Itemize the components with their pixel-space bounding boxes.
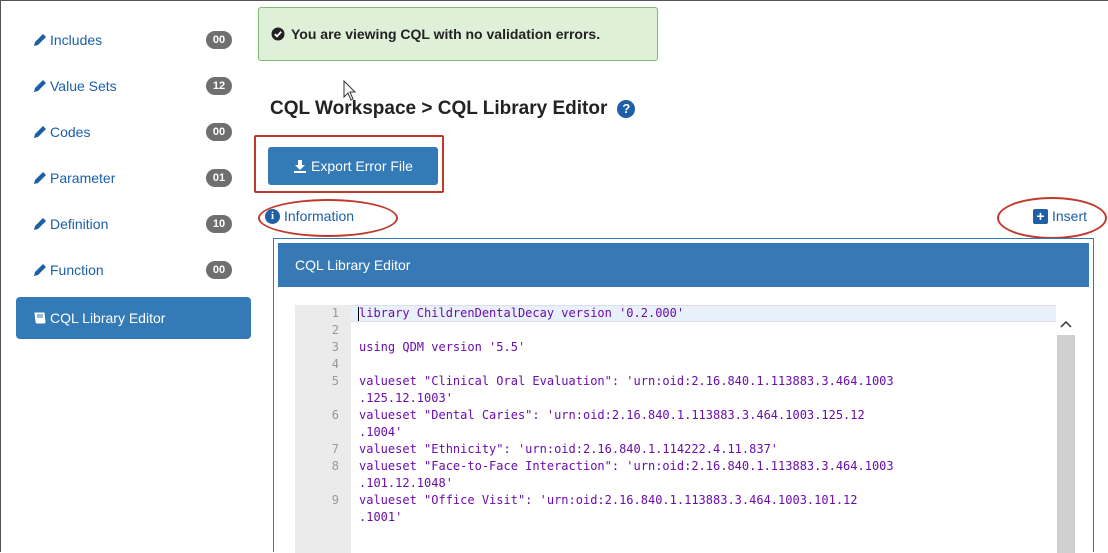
count-badge: 00: [206, 31, 232, 49]
scrollbar-thumb[interactable]: [1057, 335, 1075, 553]
download-icon: [294, 160, 307, 173]
insert-link[interactable]: + Insert: [1033, 208, 1087, 224]
check-circle-icon: [271, 27, 285, 41]
sidebar-item-codes[interactable]: Codes 00: [16, 109, 251, 155]
code-text: .125.12.1003': [359, 391, 453, 405]
code-line: .1004': [295, 424, 1055, 441]
book-icon: [34, 312, 46, 324]
sidebar-item-label: CQL Library Editor: [50, 310, 166, 326]
info-icon: i: [265, 208, 280, 224]
line-number: 9: [331, 493, 339, 507]
code-line: .125.12.1003': [295, 390, 1055, 407]
count-badge: 00: [206, 261, 232, 279]
line-number: 4: [331, 357, 339, 371]
pencil-icon: [34, 80, 46, 92]
information-label: Information: [284, 208, 355, 224]
information-link[interactable]: i Information: [265, 208, 354, 224]
code-line: 1 library ChildrenDentalDecay version '0.…: [295, 305, 1055, 322]
panel-heading: CQL Library Editor: [278, 243, 1089, 287]
pencil-icon: [34, 34, 46, 46]
code-text: .101.12.1048': [359, 476, 453, 490]
validation-alert: You are viewing CQL with no validation e…: [258, 7, 658, 61]
line-number: 6: [331, 408, 339, 422]
pencil-icon: [34, 172, 46, 184]
code-line: 4: [295, 356, 1055, 373]
page-title-text: CQL Workspace > CQL Library Editor: [270, 98, 608, 119]
pencil-icon: [34, 126, 46, 138]
code-line: .1001': [295, 509, 1055, 526]
code-text: valueset "Dental Caries": 'urn:oid:2.16.…: [359, 408, 865, 422]
sidebar-item-parameter[interactable]: Parameter 01: [16, 155, 251, 201]
line-number: 2: [331, 323, 339, 337]
export-error-file-button[interactable]: Export Error File: [268, 147, 438, 185]
count-badge: 01: [206, 169, 232, 187]
editor-scrollbar[interactable]: [1056, 305, 1076, 553]
sidebar-item-function[interactable]: Function 00: [16, 247, 251, 293]
code-text: .1001': [359, 510, 403, 524]
line-number: 3: [331, 340, 339, 354]
sidebar-item-label: Includes: [50, 32, 103, 48]
chevron-up-icon[interactable]: [1060, 319, 1072, 329]
export-button-label: Export Error File: [311, 158, 413, 174]
window-border-top: [0, 0, 1108, 1]
line-number: 7: [331, 442, 339, 456]
code-text: valueset "Clinical Oral Evaluation": 'ur…: [359, 374, 894, 388]
sidebar-item-includes[interactable]: Includes 00: [16, 17, 251, 63]
code-text: valueset "Office Visit": 'urn:oid:2.16.8…: [359, 493, 858, 507]
sidebar: Includes 00 Value Sets 12 Codes 00 Param…: [16, 17, 251, 339]
code-line: 3 using QDM version '5.5': [295, 339, 1055, 356]
code-line: 7 valueset "Ethnicity": 'urn:oid:2.16.840…: [295, 441, 1055, 458]
code-line: 6 valueset "Dental Caries": 'urn:oid:2.16…: [295, 407, 1055, 424]
pencil-icon: [34, 218, 46, 230]
code-text: valueset "Ethnicity": 'urn:oid:2.16.840.…: [359, 442, 779, 456]
page-title: CQL Workspace > CQL Library Editor ?: [270, 98, 636, 120]
line-number: 1: [331, 306, 339, 320]
sidebar-item-label: Codes: [50, 124, 91, 140]
code-line: 8 valueset "Face-to-Face Interaction": 'u…: [295, 458, 1055, 475]
code-text: library ChildrenDentalDecay version '0.2…: [359, 306, 685, 320]
sidebar-item-cql-library-editor[interactable]: CQL Library Editor: [16, 297, 251, 339]
sidebar-item-value-sets[interactable]: Value Sets 12: [16, 63, 251, 109]
code-editor[interactable]: 1 library ChildrenDentalDecay version '0.…: [295, 305, 1076, 553]
sidebar-item-label: Function: [50, 262, 104, 278]
code-text: using QDM version '5.5': [359, 340, 526, 354]
sidebar-item-label: Definition: [50, 216, 109, 232]
code-line: 9 valueset "Office Visit": 'urn:oid:2.16.…: [295, 492, 1055, 509]
code-text: .1004': [359, 425, 403, 439]
window-border-left: [0, 0, 1, 552]
alert-text: You are viewing CQL with no validation e…: [291, 26, 601, 42]
insert-label: Insert: [1052, 208, 1088, 224]
code-text: valueset "Face-to-Face Interaction": 'ur…: [359, 459, 894, 473]
plus-square-icon: +: [1033, 208, 1048, 224]
code-line: 2: [295, 322, 1055, 339]
help-icon[interactable]: ?: [617, 100, 636, 118]
count-badge: 12: [206, 77, 232, 95]
pencil-icon: [34, 264, 46, 276]
sidebar-item-label: Parameter: [50, 170, 116, 186]
sidebar-item-definition[interactable]: Definition 10: [16, 201, 251, 247]
code-line: 5 valueset "Clinical Oral Evaluation": 'u…: [295, 373, 1055, 390]
cql-editor-panel: CQL Library Editor 1 library ChildrenDent…: [273, 238, 1094, 553]
count-badge: 00: [206, 123, 232, 141]
count-badge: 10: [206, 215, 232, 233]
line-number: 5: [331, 374, 339, 388]
code-line: .101.12.1048': [295, 475, 1055, 492]
line-number: 8: [331, 459, 339, 473]
text-cursor: [358, 307, 359, 321]
sidebar-item-label: Value Sets: [50, 78, 117, 94]
